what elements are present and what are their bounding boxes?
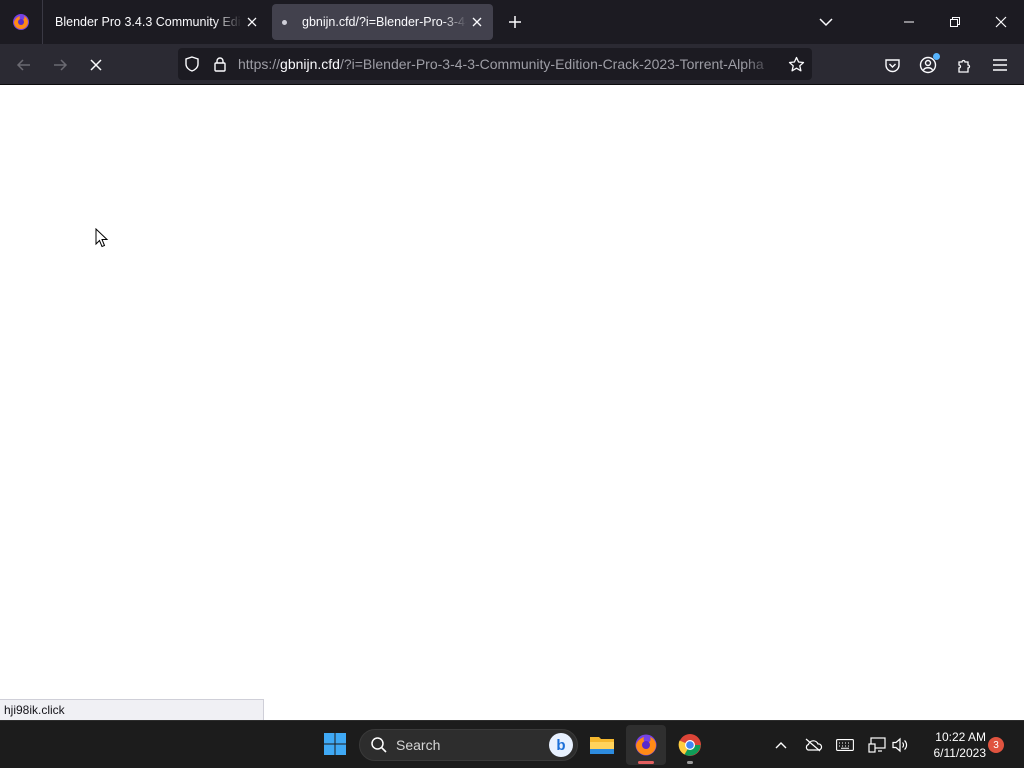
close-icon bbox=[995, 16, 1007, 28]
network-button[interactable] bbox=[866, 734, 888, 756]
file-explorer-button[interactable] bbox=[582, 725, 622, 765]
hamburger-menu-icon bbox=[993, 59, 1007, 71]
url-bar[interactable]: https://gbnijn.cfd/?i=Blender-Pro-3-4-3-… bbox=[178, 48, 812, 80]
loading-icon bbox=[282, 19, 287, 25]
tab-gbnijn[interactable]: gbnijn.cfd/?i=Blender-Pro-3-4-3-Communit… bbox=[272, 4, 493, 40]
clock-date: 6/11/2023 bbox=[933, 746, 987, 760]
forward-button[interactable] bbox=[47, 52, 73, 78]
active-app-indicator bbox=[638, 761, 654, 764]
volume-button[interactable] bbox=[889, 734, 911, 756]
windows-logo-icon bbox=[324, 733, 346, 755]
pocket-icon bbox=[884, 58, 900, 72]
navigation-toolbar: https://gbnijn.cfd/?i=Blender-Pro-3-4-3-… bbox=[0, 44, 1024, 85]
lock-icon bbox=[214, 57, 226, 72]
arrow-left-icon bbox=[16, 59, 30, 71]
account-button[interactable] bbox=[915, 52, 941, 78]
firefox-icon bbox=[13, 14, 29, 30]
pocket-button[interactable] bbox=[879, 52, 905, 78]
clock-time: 10:22 AM bbox=[935, 730, 986, 744]
stop-icon bbox=[90, 59, 102, 71]
restore-icon bbox=[950, 17, 960, 27]
speaker-icon bbox=[892, 737, 908, 753]
shield-icon bbox=[185, 56, 199, 72]
url-text[interactable]: https://gbnijn.cfd/?i=Blender-Pro-3-4-3-… bbox=[238, 56, 776, 72]
close-window-button[interactable] bbox=[978, 0, 1024, 44]
keyboard-button[interactable] bbox=[834, 734, 856, 756]
search-icon bbox=[371, 737, 387, 753]
tab-title: gbnijn.cfd/?i=Blender-Pro-3-4-3-Communit… bbox=[302, 15, 467, 29]
status-bar: hji98ik.click bbox=[0, 699, 264, 720]
back-button[interactable] bbox=[11, 52, 37, 78]
close-icon[interactable] bbox=[467, 12, 487, 32]
arrow-right-icon bbox=[54, 59, 68, 71]
chevron-up-icon bbox=[775, 742, 787, 749]
keyboard-icon bbox=[836, 739, 854, 751]
extensions-button[interactable] bbox=[951, 52, 977, 78]
running-app-indicator bbox=[687, 761, 693, 764]
chrome-icon bbox=[678, 734, 701, 756]
minimize-button[interactable] bbox=[886, 0, 932, 44]
tab-title: Blender Pro 3.4.3 Community Edition Crac… bbox=[55, 15, 242, 29]
start-button[interactable] bbox=[318, 727, 352, 761]
network-icon bbox=[868, 737, 886, 753]
minimize-icon bbox=[904, 21, 914, 23]
plus-icon bbox=[509, 16, 521, 28]
cloud-off-icon bbox=[805, 738, 823, 752]
search-label: Search bbox=[396, 737, 441, 753]
firefox-view-button[interactable] bbox=[0, 0, 42, 44]
star-icon bbox=[788, 56, 804, 71]
tab-blender[interactable]: Blender Pro 3.4.3 Community Edition Crac… bbox=[44, 4, 268, 40]
page-content bbox=[0, 85, 1024, 720]
url-scheme: https:// bbox=[238, 56, 281, 72]
chevron-down-icon bbox=[819, 18, 833, 27]
clock[interactable]: 10:22 AM 6/11/2023 bbox=[920, 729, 987, 761]
url-domain: gbnijn.cfd bbox=[280, 56, 340, 72]
restore-button[interactable] bbox=[932, 0, 978, 44]
url-path: /?i=Blender-Pro-3-4-3-Community-Edition-… bbox=[339, 56, 764, 72]
tab-separator bbox=[42, 0, 43, 44]
stop-button[interactable] bbox=[83, 52, 109, 78]
site-security-button[interactable] bbox=[210, 54, 230, 74]
windows-taskbar: Search b 10:22 AM 6/11/2023 3 bbox=[0, 720, 1024, 768]
close-icon[interactable] bbox=[242, 12, 262, 32]
screen: Blender Pro 3.4.3 Community Edition Crac… bbox=[0, 0, 1024, 768]
new-tab-button[interactable] bbox=[503, 10, 527, 34]
taskbar-search[interactable]: Search b bbox=[359, 729, 578, 761]
bing-icon[interactable]: b bbox=[549, 733, 573, 757]
tab-strip: Blender Pro 3.4.3 Community Edition Crac… bbox=[0, 0, 1024, 44]
bookmark-button[interactable] bbox=[786, 54, 806, 74]
show-hidden-icons-button[interactable] bbox=[770, 734, 792, 756]
firefox-icon bbox=[635, 734, 657, 756]
tracking-protection-button[interactable] bbox=[182, 54, 202, 74]
chrome-taskbar-button[interactable] bbox=[670, 725, 710, 765]
notification-dot bbox=[933, 53, 940, 60]
firefox-taskbar-button[interactable] bbox=[626, 725, 666, 765]
mouse-cursor-icon bbox=[95, 228, 109, 248]
app-menu-button[interactable] bbox=[987, 52, 1013, 78]
onedrive-button[interactable] bbox=[802, 734, 824, 756]
list-all-tabs-button[interactable] bbox=[814, 10, 838, 34]
notification-badge[interactable]: 3 bbox=[988, 737, 1004, 753]
folder-icon bbox=[590, 737, 614, 754]
puzzle-icon bbox=[957, 59, 970, 73]
